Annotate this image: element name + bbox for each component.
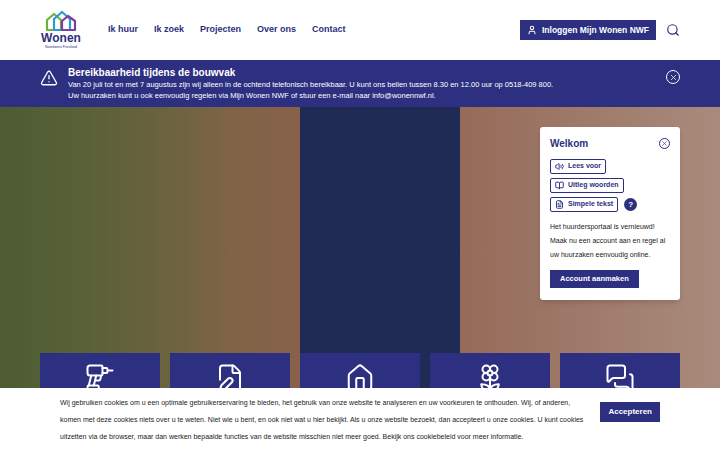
create-account-button[interactable]: Account aanmaken: [550, 270, 639, 288]
warning-icon: [40, 69, 58, 87]
alert-close-button[interactable]: [666, 70, 680, 84]
houses-logo-icon: [44, 10, 78, 32]
main-nav: Ik huur Ik zoek Projecten Over ons Contact: [108, 23, 346, 37]
accept-cookies-button[interactable]: Accepteren: [600, 402, 660, 422]
alert-banner: Bereikbaarheid tijdens de bouwvakVan 20 …: [0, 60, 720, 107]
header: WonenNoordwest Friesland Ik huur Ik zoek Pr…: [0, 0, 720, 60]
text-icon: [555, 200, 564, 209]
logo-tagline: Noordwest Friesland: [45, 45, 77, 50]
nav-item[interactable]: Contact: [312, 23, 346, 37]
welcome-title: Welkom: [550, 136, 588, 151]
accessibility-button[interactable]: Lees voor: [550, 159, 606, 174]
nav-item[interactable]: Over ons: [257, 23, 296, 37]
nav-item[interactable]: Ik zoek: [154, 23, 184, 37]
close-icon: [669, 73, 678, 82]
logo[interactable]: WonenNoordwest Friesland: [40, 10, 82, 50]
welcome-close-button[interactable]: [659, 138, 670, 149]
alert-title: Bereikbaarheid tijdens de bouwvak: [68, 66, 658, 79]
search-icon[interactable]: [666, 23, 680, 37]
welcome-card: Welkom Lees voor Uitleg woorden Simpele tek…: [540, 127, 680, 300]
alert-line: Van 20 juli tot en met 7 augustus zijn w…: [68, 79, 658, 90]
close-icon: [661, 140, 668, 147]
nav-item[interactable]: Ik huur: [108, 23, 138, 37]
login-button[interactable]: Inloggen Mijn Wonen NWF: [520, 20, 656, 40]
book-icon: [555, 181, 564, 190]
help-button[interactable]: ?: [624, 198, 637, 211]
speaker-icon: [555, 162, 564, 171]
welcome-text: Het huurdersportaal is vernieuwd! Maak n…: [550, 220, 670, 262]
user-icon: [527, 25, 537, 35]
cookie-text: Wij gebruiken cookies om u een optimale …: [60, 394, 586, 445]
accessibility-button[interactable]: Simpele tekst: [550, 197, 618, 212]
nav-item[interactable]: Projecten: [200, 23, 241, 37]
cookie-bar: Wij gebruiken cookies om u een optimale …: [0, 388, 720, 450]
alert-line: Uw huurzaken kunt u ook eenvoudig regele…: [68, 90, 658, 101]
page: WonenNoordwest Friesland Ik huur Ik zoek Pr…: [0, 0, 720, 450]
logo-name: Wonen: [41, 32, 81, 45]
accessibility-button[interactable]: Uitleg woorden: [550, 178, 624, 193]
